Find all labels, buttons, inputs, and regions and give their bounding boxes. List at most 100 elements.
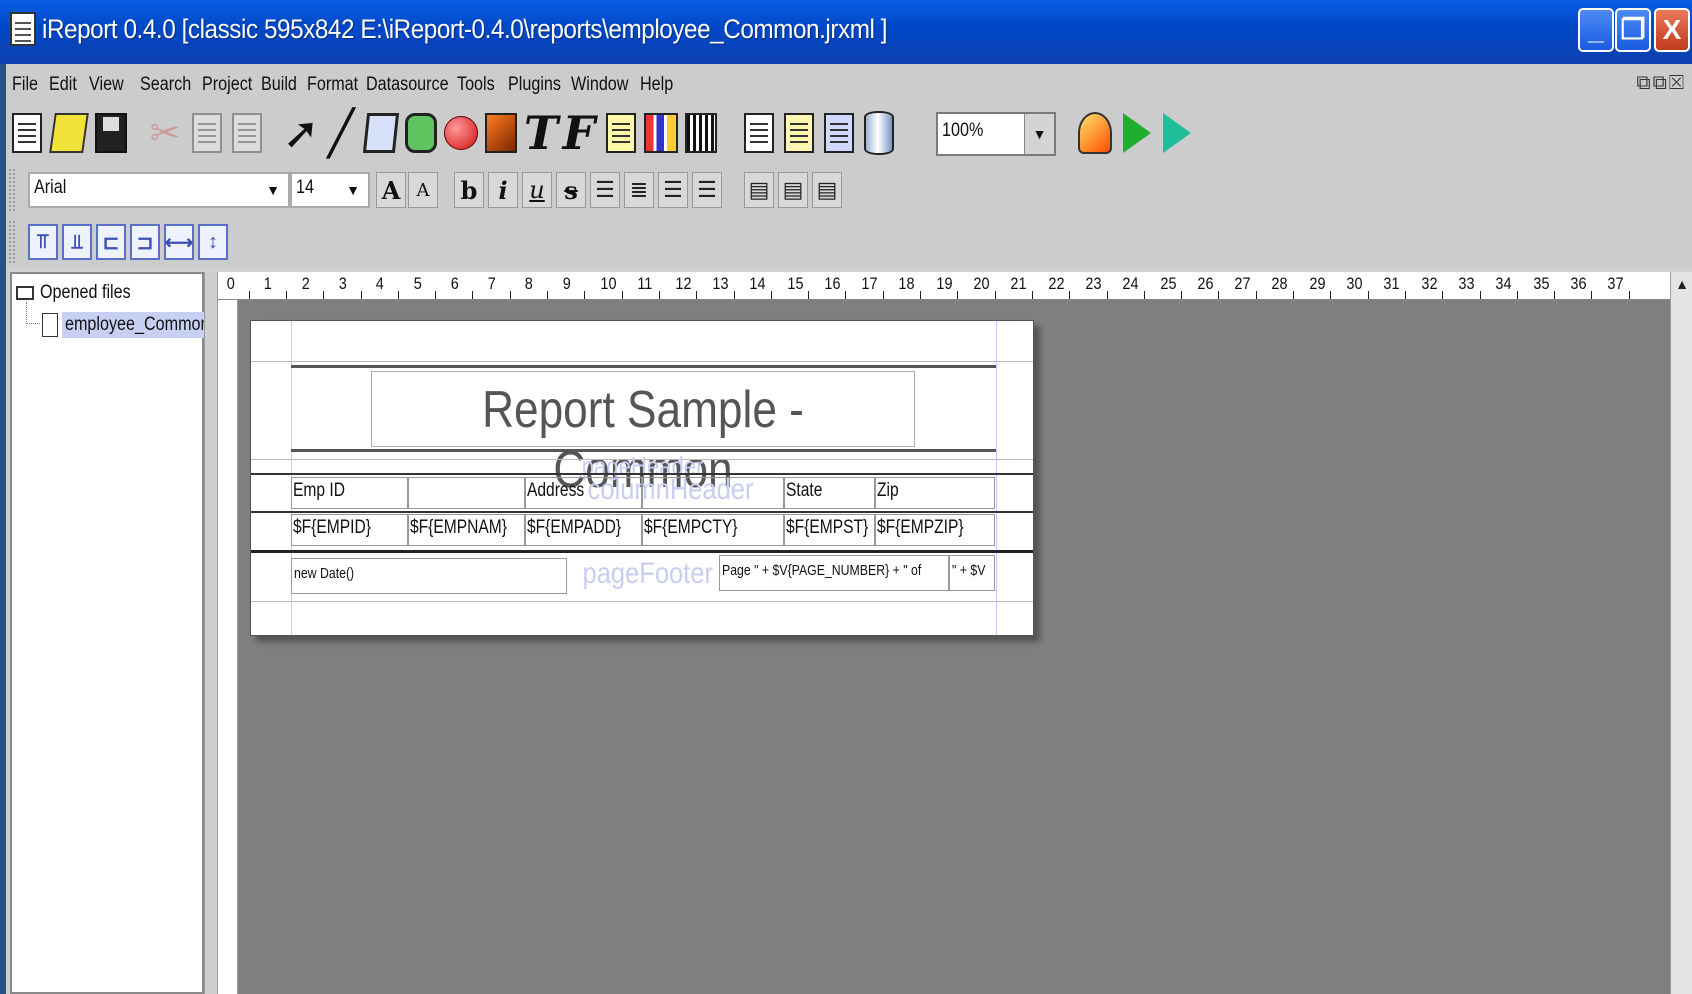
menu-edit[interactable]: Edit xyxy=(49,74,77,96)
increase-font-button[interactable]: A xyxy=(376,172,406,208)
field-empcty[interactable]: $F{EMPCTY} xyxy=(642,514,784,546)
underline-button[interactable]: u xyxy=(522,172,552,208)
copy-button[interactable] xyxy=(188,108,226,158)
image-tool-button[interactable] xyxy=(482,108,520,158)
field-empzip[interactable]: $F{EMPZIP} xyxy=(875,514,995,546)
field-empst[interactable]: $F{EMPST} xyxy=(784,514,875,546)
decrease-font-button[interactable]: A xyxy=(408,172,438,208)
run-with-datasource-button[interactable] xyxy=(1158,108,1196,158)
report-properties-button[interactable] xyxy=(740,108,778,158)
menu-bar: File Edit View Search Project Build Form… xyxy=(6,64,1692,104)
rectangle-tool-button[interactable] xyxy=(362,108,400,158)
field-empadd[interactable]: $F{EMPADD} xyxy=(525,514,642,546)
align-left-button[interactable]: ☰ xyxy=(590,172,620,208)
increase-font-icon: A xyxy=(381,175,401,205)
column-header-zip[interactable]: Zip xyxy=(875,477,995,509)
font-size-select[interactable]: 14 ▼ xyxy=(290,172,370,208)
menu-datasource[interactable]: Datasource xyxy=(366,74,449,96)
barcode-tool-button[interactable] xyxy=(682,108,720,158)
menu-build[interactable]: Build xyxy=(261,74,297,96)
menu-view[interactable]: View xyxy=(89,74,124,96)
chevron-down-icon[interactable]: ▼ xyxy=(338,174,368,206)
paste-button[interactable] xyxy=(228,108,266,158)
field-icon: F xyxy=(562,106,596,160)
round-rectangle-tool-button[interactable] xyxy=(402,108,440,158)
run-button[interactable] xyxy=(1118,108,1156,158)
ellipse-tool-button[interactable] xyxy=(442,108,480,158)
valign-top-button[interactable]: ▤ xyxy=(744,172,774,208)
minimize-button[interactable]: _ xyxy=(1578,8,1614,52)
footer-page-number-field[interactable]: Page " + $V{PAGE_NUMBER} + " of xyxy=(719,555,949,591)
menu-search[interactable]: Search xyxy=(140,74,191,96)
open-button[interactable] xyxy=(49,108,89,158)
align-justify-button[interactable]: ≣ xyxy=(624,172,654,208)
tree-root[interactable]: Opened files xyxy=(16,282,147,304)
field-tool-button[interactable]: F xyxy=(560,106,598,160)
field-empid[interactable]: $F{EMPID} xyxy=(291,514,408,546)
save-button[interactable] xyxy=(92,108,130,158)
report-page[interactable]: Report Sample - Common pageHeader column… xyxy=(250,320,1034,636)
footer-page-total-field[interactable]: " + $V xyxy=(949,555,995,591)
select-tool-button[interactable]: ➚ xyxy=(282,108,320,158)
menu-window[interactable]: Window xyxy=(571,74,628,96)
column-header-blank-2[interactable] xyxy=(642,477,784,509)
scroll-up-icon[interactable]: ▲ xyxy=(1671,272,1692,296)
toolbar-grip[interactable] xyxy=(8,168,16,212)
align-center-button[interactable]: ☰ xyxy=(658,172,688,208)
chevron-down-icon[interactable]: ▼ xyxy=(1024,114,1054,154)
bands-button[interactable] xyxy=(780,108,818,158)
compile-button[interactable] xyxy=(1076,108,1114,158)
ruler-tick xyxy=(770,291,772,299)
italic-button[interactable]: i xyxy=(488,172,518,208)
datasource-button[interactable] xyxy=(860,108,898,158)
column-header-blank[interactable] xyxy=(408,477,525,509)
close-button[interactable]: X xyxy=(1654,8,1690,52)
field-empnam[interactable]: $F{EMPNAM} xyxy=(408,514,525,546)
column-header-address[interactable]: Address xyxy=(525,477,642,509)
pointer-icon: ➚ xyxy=(282,108,320,158)
title-textbox[interactable]: Report Sample - Common xyxy=(371,371,915,499)
vertical-scrollbar[interactable]: ▲ xyxy=(1670,272,1692,994)
zoom-select[interactable]: 100% ▼ xyxy=(936,112,1056,156)
static-text-tool-button[interactable]: T xyxy=(522,106,560,160)
valign-bottom-button[interactable]: ▤ xyxy=(812,172,842,208)
font-name-select[interactable]: Arial ▼ xyxy=(28,172,290,208)
zoom-value: 100% xyxy=(942,120,984,141)
bold-button[interactable]: b xyxy=(454,172,484,208)
column-header-state[interactable]: State xyxy=(784,477,875,509)
menu-tools[interactable]: Tools xyxy=(457,74,495,96)
round-rectangle-icon xyxy=(405,113,437,153)
menu-format[interactable]: Format xyxy=(307,74,358,96)
align-right-edge-button[interactable]: ⊐ xyxy=(130,224,160,260)
ruler-tick xyxy=(1106,291,1108,299)
groups-button[interactable] xyxy=(820,108,858,158)
folder-icon xyxy=(49,113,89,153)
line-tool-button[interactable]: ╱ xyxy=(322,108,360,158)
valign-middle-button[interactable]: ▤ xyxy=(778,172,808,208)
panel-splitter[interactable] xyxy=(204,272,218,994)
ruler-tick-label: 6 xyxy=(450,274,459,293)
align-top-button[interactable]: ⫪ xyxy=(28,224,58,260)
footer-date-field[interactable]: new Date() xyxy=(291,558,567,594)
align-left-edge-button[interactable]: ⊏ xyxy=(96,224,126,260)
menu-project[interactable]: Project xyxy=(202,74,252,96)
toolbar-grip[interactable] xyxy=(8,220,16,264)
ruler-tick-label: 19 xyxy=(936,274,953,293)
menu-plugins[interactable]: Plugins xyxy=(508,74,561,96)
column-header-empid[interactable]: Emp ID xyxy=(291,477,408,509)
same-height-button[interactable]: ↕ xyxy=(198,224,228,260)
subreport-tool-button[interactable] xyxy=(602,108,640,158)
new-document-button[interactable] xyxy=(8,108,46,158)
chevron-down-icon[interactable]: ▼ xyxy=(258,174,288,206)
tree-file-item[interactable]: employee_Common xyxy=(42,312,222,338)
align-right-button[interactable]: ☰ xyxy=(692,172,722,208)
maximize-button[interactable]: ❐ xyxy=(1615,8,1651,52)
chart-tool-button[interactable] xyxy=(642,108,680,158)
mdi-controls-icon[interactable]: ⧉⧉☒ xyxy=(1636,72,1686,95)
align-bottom-button[interactable]: ⫫ xyxy=(62,224,92,260)
menu-file[interactable]: File xyxy=(12,74,38,96)
same-width-button[interactable]: ⟷ xyxy=(164,224,194,260)
cut-button[interactable]: ✂ xyxy=(146,108,184,158)
strikethrough-button[interactable]: s xyxy=(556,172,586,208)
menu-help[interactable]: Help xyxy=(640,74,673,96)
